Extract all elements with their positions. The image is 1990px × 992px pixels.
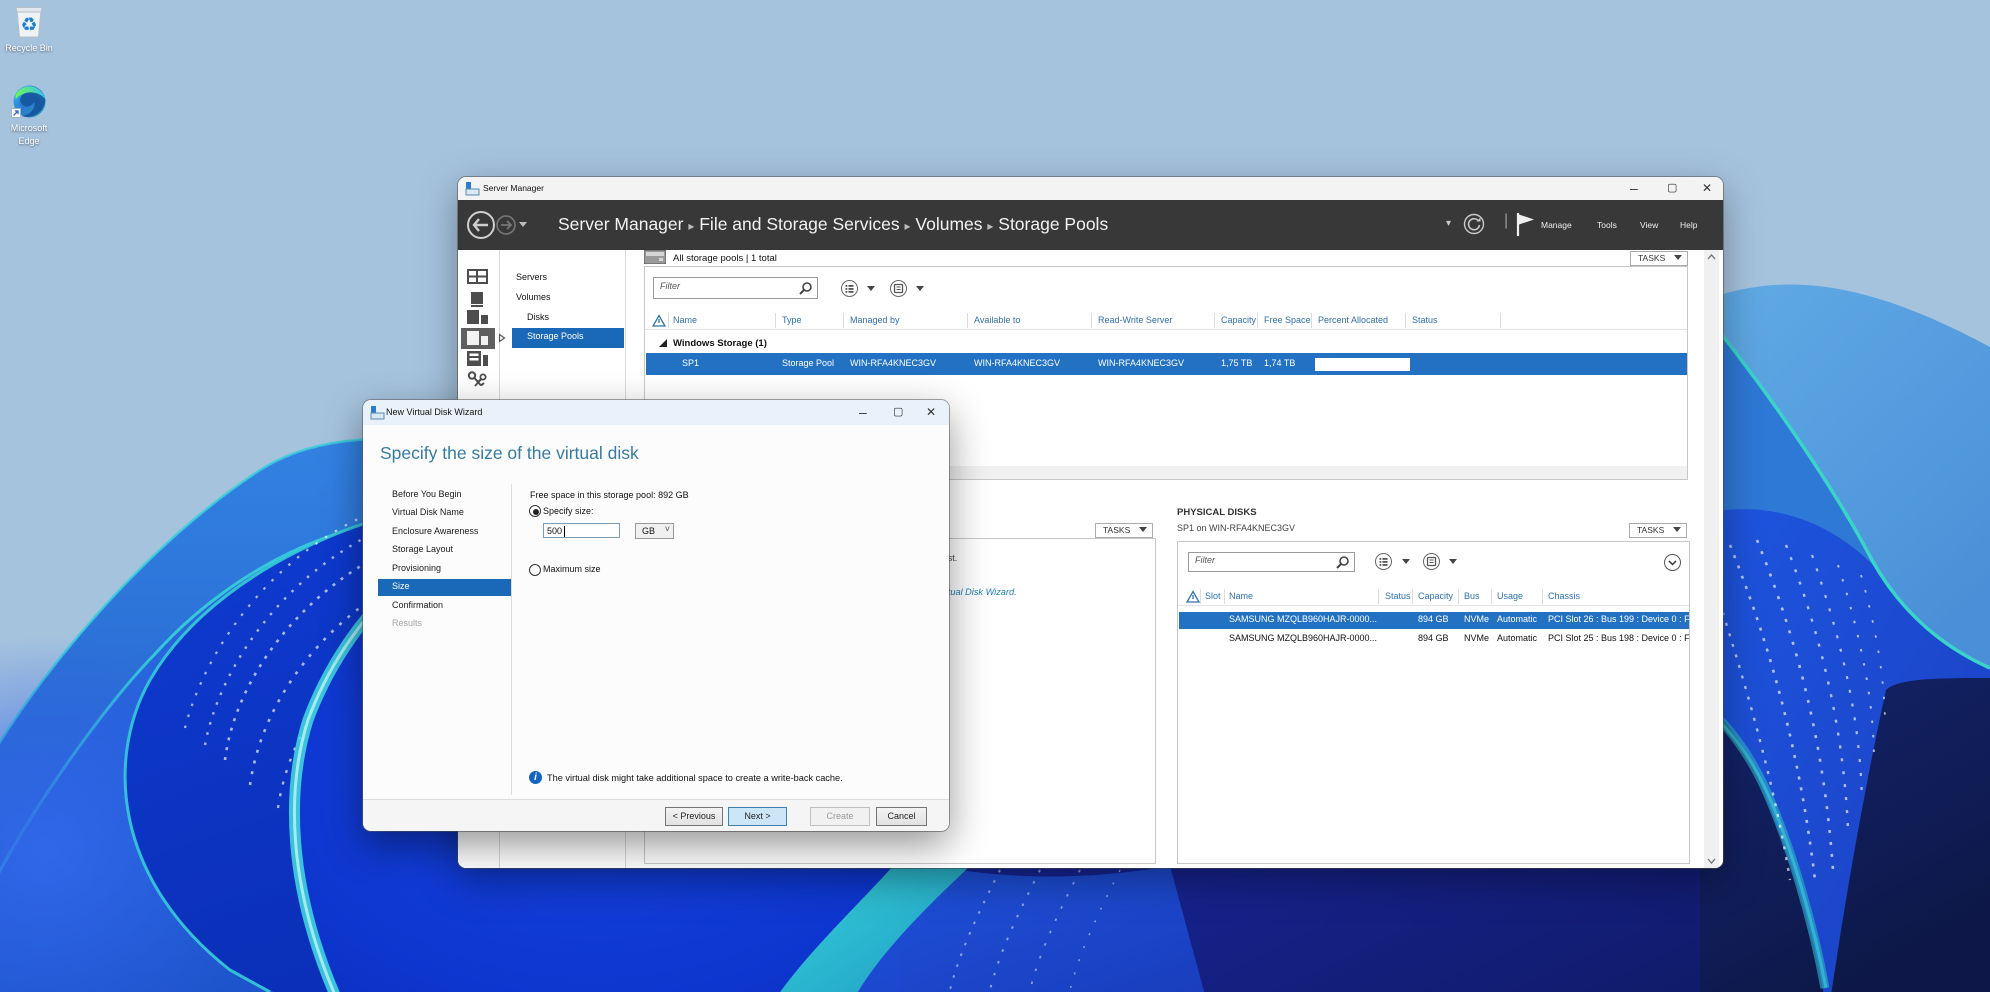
svg-text:♻: ♻: [20, 15, 37, 36]
